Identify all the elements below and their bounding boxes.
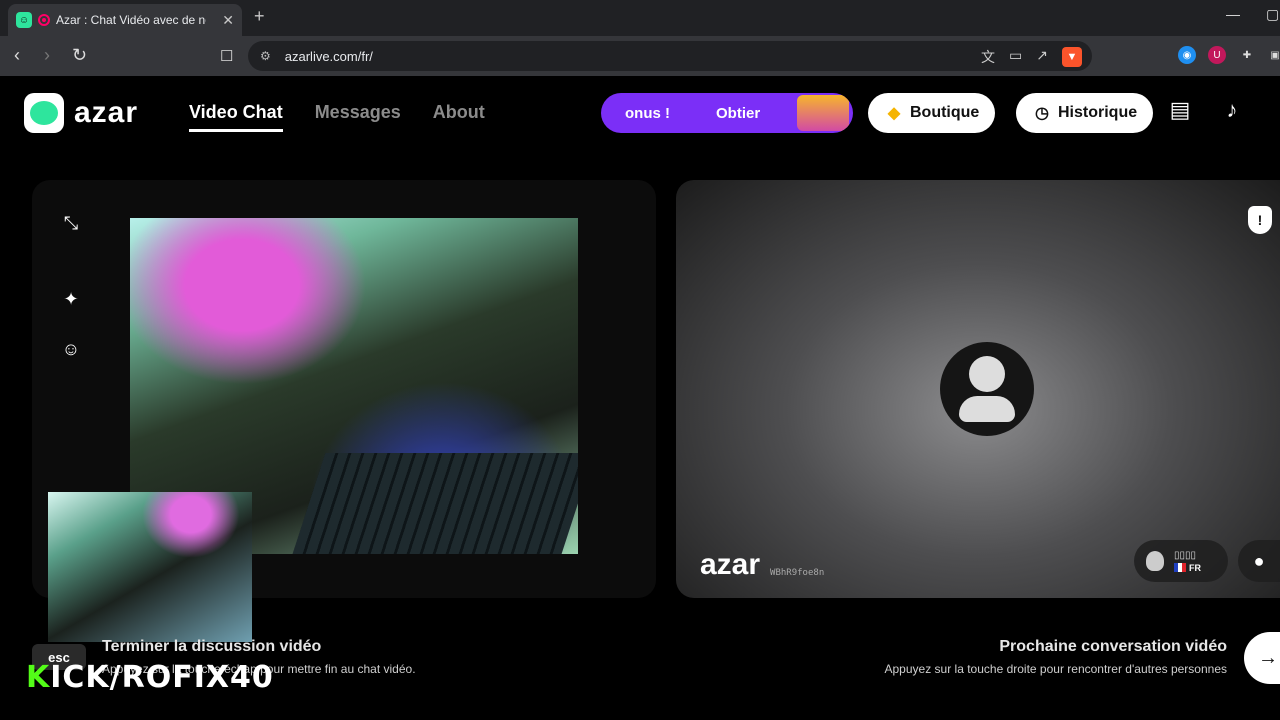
promo-banner[interactable]: onus ! Obtier [601, 93, 853, 133]
reader-icon[interactable]: ▣ [1266, 46, 1280, 64]
remote-avatar [940, 342, 1034, 436]
tab-close-button[interactable]: ✕ [222, 12, 234, 29]
minimize-button[interactable]: — [1226, 6, 1240, 22]
forward-icon[interactable]: › [44, 45, 50, 66]
maximize-button[interactable]: ▢ [1266, 6, 1279, 23]
new-tab-button[interactable]: + [254, 6, 265, 27]
azar-watermark: azar WBhR9foe8n [700, 548, 824, 582]
brave-shield-icon[interactable]: ▼ [1062, 47, 1082, 67]
nav-video-chat[interactable]: Video Chat [189, 102, 283, 132]
url-text[interactable]: azarlive.com/fr/ [285, 49, 373, 64]
recording-icon [38, 14, 50, 26]
remote-video-panel: ! azar WBhR9foe8n ▯▯▯▯ FR ● [676, 180, 1280, 598]
promo-text-left: onus ! [625, 104, 670, 122]
address-bar[interactable]: ⚙ azarlive.com/fr/ 文 ▭ ↗ ▼ [248, 41, 1092, 71]
bell-icon[interactable]: ♪ [1218, 96, 1246, 124]
azar-app: azar Video Chat Messages About onus ! Ob… [0, 76, 1280, 720]
shop-button[interactable]: ◆ Boutique [868, 93, 996, 133]
clock-icon: ◷ [1035, 105, 1049, 122]
translate-icon[interactable]: 文 [981, 47, 995, 67]
main-nav: Video Chat Messages About [189, 102, 485, 132]
next-chat-subtitle: Appuyez sur la touche droite pour rencon… [884, 662, 1228, 676]
tab-title: Azar : Chat Vidéo avec de nou [56, 13, 206, 27]
next-chat-title: Prochaine conversation vidéo [999, 638, 1227, 655]
ublock-icon[interactable]: U [1208, 46, 1226, 64]
history-label: Historique [1058, 104, 1138, 121]
peer-info-card[interactable]: ▯▯▯▯ FR [1134, 540, 1228, 582]
next-chat-hint: Prochaine conversation vidéo Appuyez sur… [885, 638, 1228, 676]
fullscreen-exit-icon[interactable]: ⤡ [60, 212, 82, 234]
france-flag-icon [1174, 562, 1186, 572]
magic-wand-icon[interactable]: ✦ [60, 288, 82, 310]
cast-icon[interactable]: ▭ [1009, 47, 1022, 67]
stream-overlay-brand: KICK/ROFIX40 [26, 660, 274, 695]
azar-favicon-icon: ☺ [16, 12, 32, 28]
browser-tab[interactable]: ☺ Azar : Chat Vidéo avec de nou ✕ [8, 4, 242, 36]
reload-icon[interactable]: ↻ [72, 45, 87, 66]
logo-text: azar [74, 96, 139, 129]
promo-text-right: Obtier [716, 104, 761, 122]
chat-bubble-icon[interactable]: ● [1238, 540, 1280, 582]
azar-logo[interactable]: azar [24, 93, 138, 133]
streamer-webcam-overlay [48, 492, 252, 642]
nav-about[interactable]: About [433, 102, 485, 132]
shop-label: Boutique [910, 104, 980, 121]
browser-toolbar: ‹ › ↻ ☐ ⚙ azarlive.com/fr/ 文 ▭ ↗ ▼ ◉ U ✚… [0, 36, 1280, 76]
emoji-icon[interactable]: ☺ [60, 338, 82, 360]
report-icon[interactable]: ! [1248, 206, 1272, 234]
watermark-logo: azar [700, 548, 761, 581]
nav-messages[interactable]: Messages [315, 102, 401, 132]
extension-icon[interactable]: ◉ [1178, 46, 1196, 64]
azar-logo-icon [24, 93, 64, 133]
browser-tab-bar: ☺ Azar : Chat Vidéo avec de nou ✕ + — ▢ [0, 0, 1280, 36]
diamond-icon: ◆ [887, 105, 901, 122]
peer-name: ▯▯▯▯ [1174, 549, 1197, 561]
history-button[interactable]: ◷ Historique [1016, 93, 1154, 133]
treasure-chest-icon [797, 95, 849, 131]
bookmark-icon[interactable]: ☐ [220, 47, 233, 65]
peer-country: FR [1189, 562, 1201, 573]
watermark-id: WBhR9foe8n [770, 568, 825, 578]
share-icon[interactable]: ↗ [1036, 47, 1048, 67]
next-button[interactable]: → [1244, 632, 1280, 684]
site-settings-icon[interactable]: ⚙ [260, 49, 271, 63]
user-icon [1146, 551, 1164, 571]
back-icon[interactable]: ‹ [14, 45, 20, 66]
extensions-icon[interactable]: ✚ [1238, 46, 1256, 64]
inbox-icon[interactable]: ▤ [1166, 96, 1194, 124]
end-chat-title: Terminer la discussion vidéo [102, 638, 322, 655]
